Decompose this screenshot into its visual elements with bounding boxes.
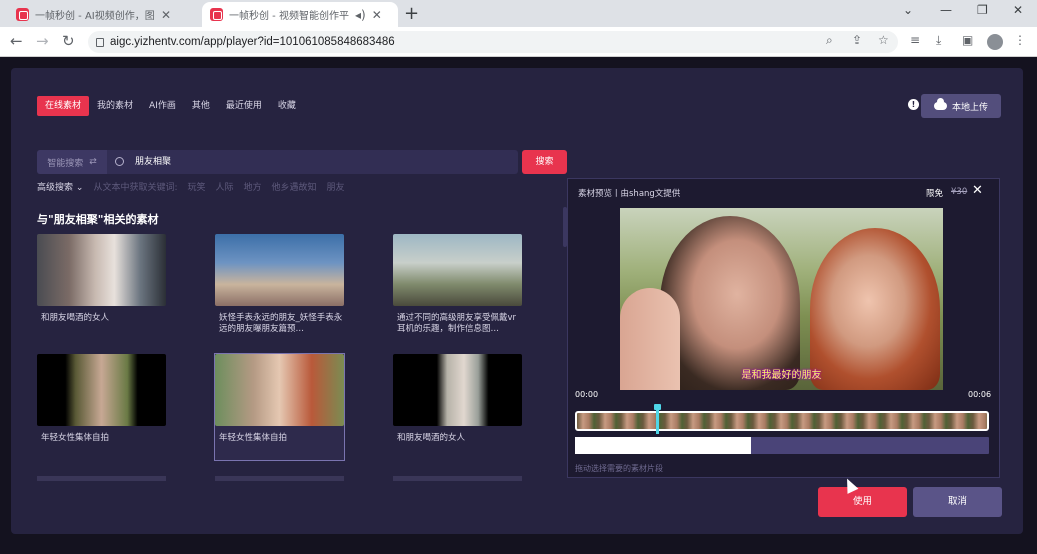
- browser-tab-bar: 一帧秒创 - AI视频创作，图文转 ✕ 一帧秒创 - 视频智能创作平台 ◂) ✕…: [0, 0, 1037, 27]
- side-panel-icon[interactable]: ▣: [962, 33, 973, 47]
- timeline-filmstrip[interactable]: [575, 411, 989, 431]
- tab-favorites[interactable]: 收藏: [270, 96, 304, 116]
- advanced-search-row: 高级搜索 ⌄ 从文本中获取关键词: 玩笑 人际 地方 他乡遇故知 朋友: [37, 180, 345, 193]
- material-caption: 年轻女性集体自拍: [219, 433, 288, 443]
- advanced-search-toggle[interactable]: 高级搜索 ⌄: [37, 180, 83, 193]
- material-thumbnail: [37, 354, 166, 426]
- minimize-icon[interactable]: —: [940, 3, 952, 17]
- browser-toolbar: ← → ↻ aigc.yizhentv.com/app/player?id=10…: [0, 27, 1037, 57]
- reload-icon[interactable]: ↻: [62, 32, 75, 50]
- close-tab-icon[interactable]: ✕: [372, 8, 382, 22]
- use-button[interactable]: 使用: [818, 487, 907, 517]
- material-caption: 年轻女性集体自拍: [41, 433, 110, 443]
- restore-icon[interactable]: ❐: [977, 3, 988, 17]
- search-input[interactable]: 朋友相聚: [135, 150, 171, 174]
- new-tab-icon[interactable]: +: [404, 3, 419, 24]
- range-hint: 拖动选择需要的素材片段: [575, 464, 663, 473]
- material-tabs: 在线素材 我的素材 AI作画 其他 最近使用 收藏: [37, 96, 304, 116]
- search-bar: 智能搜索 ⇄ 朋友相聚: [37, 150, 518, 174]
- material-caption: 通过不同的高级朋友享受佩戴vr耳机的乐趣，制作信息图…: [397, 313, 517, 334]
- tab-search-icon[interactable]: ⌄: [903, 3, 913, 17]
- material-card-partial[interactable]: [393, 476, 522, 481]
- smart-search-toggle[interactable]: 智能搜索 ⇄: [37, 150, 107, 174]
- profile-avatar[interactable]: [987, 34, 1003, 50]
- speaker-icon[interactable]: ◂): [355, 8, 366, 22]
- tab-my-material[interactable]: 我的素材: [89, 96, 141, 116]
- tab-online-material[interactable]: 在线素材: [37, 96, 90, 116]
- cloud-upload-icon: [933, 98, 947, 110]
- browser-tab-title: 一帧秒创 - AI视频创作，图文转: [35, 11, 155, 22]
- download-icon[interactable]: ⤓: [936, 33, 941, 48]
- free-limit-badge: 限免: [926, 189, 944, 199]
- lock-icon: [96, 37, 104, 47]
- keyword-suggestion[interactable]: 人际: [216, 180, 234, 193]
- material-caption: 和朋友喝酒的女人: [41, 313, 110, 323]
- clip-range-slider[interactable]: [575, 437, 989, 454]
- preview-header: 素材预览丨由shang文提供: [578, 189, 681, 199]
- url-text: aigc.yizhentv.com/app/player?id=10106108…: [110, 36, 395, 48]
- material-card[interactable]: 年轻女性集体自拍: [37, 354, 166, 444]
- material-caption: 妖怪手表永远的朋友_妖怪手表永远的朋友曝朋友篇预…: [219, 313, 343, 334]
- time-end: 00:06: [968, 390, 992, 399]
- video-player[interactable]: 是和我最好的朋友: [620, 208, 943, 390]
- close-tab-icon[interactable]: ✕: [161, 8, 171, 22]
- local-upload-button[interactable]: 本地上传: [921, 94, 1001, 118]
- material-card[interactable]: 和朋友喝酒的女人: [37, 234, 166, 324]
- advanced-search-label: 高级搜索: [37, 183, 74, 193]
- search-icon: [115, 157, 124, 166]
- local-upload-label: 本地上传: [951, 102, 988, 113]
- browser-tab-2[interactable]: 一帧秒创 - 视频智能创作平台 ◂) ✕: [202, 2, 398, 27]
- time-start: 00:00: [575, 390, 599, 399]
- site-favicon-icon: [16, 8, 29, 21]
- keyword-hint: 从文本中获取关键词:: [93, 183, 178, 193]
- tab-ai-painting[interactable]: AI作画: [141, 96, 184, 116]
- smart-search-label: 智能搜索: [47, 158, 84, 169]
- info-icon[interactable]: !: [908, 99, 919, 110]
- video-subtitle: 是和我最好的朋友: [741, 370, 822, 381]
- material-card-selected[interactable]: 年轻女性集体自拍: [214, 353, 345, 461]
- original-price: ¥30: [951, 187, 968, 197]
- keyword-suggestion[interactable]: 朋友: [327, 180, 345, 193]
- keyword-suggestion[interactable]: 他乡遇故知: [272, 180, 317, 193]
- material-card-partial[interactable]: [37, 476, 166, 481]
- keyword-suggestion[interactable]: 玩笑: [187, 180, 205, 193]
- browser-tab-title: 一帧秒创 - 视频智能创作平台: [229, 11, 349, 22]
- search-button[interactable]: 搜索: [522, 150, 567, 174]
- chevron-down-icon: ⌄: [75, 183, 84, 193]
- menu-icon[interactable]: ⋮: [1014, 33, 1026, 47]
- reading-list-icon[interactable]: ≡: [910, 33, 920, 47]
- share-icon[interactable]: ⇪: [852, 33, 862, 47]
- tab-recent[interactable]: 最近使用: [218, 96, 270, 116]
- clip-range-selected[interactable]: [575, 437, 751, 454]
- material-thumbnail: [215, 354, 344, 426]
- material-thumbnail: [393, 234, 522, 306]
- material-card-partial[interactable]: [215, 476, 344, 481]
- browser-tab-1[interactable]: 一帧秒创 - AI视频创作，图文转 ✕: [8, 2, 198, 27]
- material-thumbnail: [37, 234, 166, 306]
- material-thumbnail: [215, 234, 344, 306]
- close-window-icon[interactable]: ✕: [1013, 3, 1023, 17]
- forward-icon[interactable]: →: [36, 32, 49, 50]
- material-card[interactable]: 妖怪手表永远的朋友_妖怪手表永远的朋友曝朋友篇预…: [215, 234, 344, 335]
- close-icon[interactable]: ✕: [972, 183, 983, 198]
- zoom-icon[interactable]: ⌕: [826, 33, 833, 48]
- section-title: 与"朋友相聚"相关的素材: [37, 213, 159, 226]
- swap-icon: ⇄: [89, 157, 97, 167]
- tab-other[interactable]: 其他: [184, 96, 218, 116]
- back-icon[interactable]: ←: [10, 32, 23, 50]
- material-caption: 和朋友喝酒的女人: [397, 433, 466, 443]
- bookmark-star-icon[interactable]: ☆: [878, 33, 889, 47]
- material-card[interactable]: 通过不同的高级朋友享受佩戴vr耳机的乐趣，制作信息图…: [393, 234, 522, 335]
- material-thumbnail: [393, 354, 522, 426]
- site-favicon-icon: [210, 8, 223, 21]
- material-card[interactable]: 和朋友喝酒的女人: [393, 354, 522, 444]
- video-person-left: [660, 216, 800, 390]
- address-bar[interactable]: aigc.yizhentv.com/app/player?id=10106108…: [88, 31, 898, 53]
- playhead-handle[interactable]: [654, 404, 661, 434]
- keyword-suggestion[interactable]: 地方: [244, 180, 262, 193]
- cancel-button[interactable]: 取消: [913, 487, 1002, 517]
